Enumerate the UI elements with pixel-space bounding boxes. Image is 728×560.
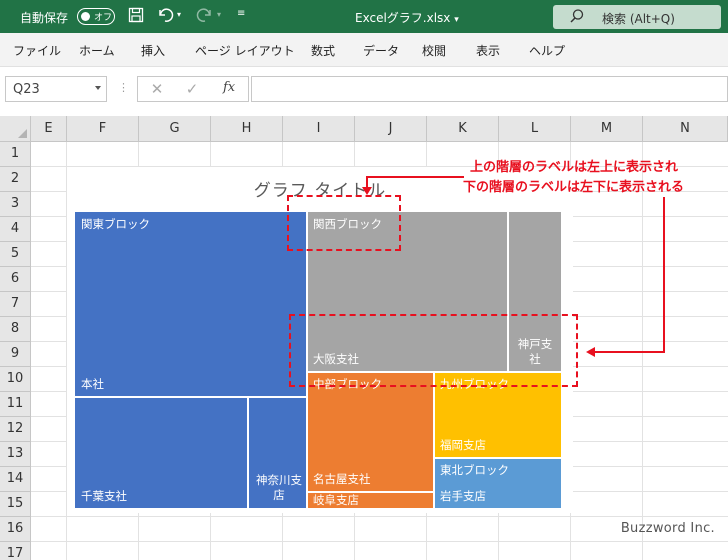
label-kanagawa-line1: 神奈川支 [256,473,302,487]
label-gifu: 岐阜支店 [313,493,359,507]
name-box-value: Q23 [13,82,40,97]
highlight-box-upper-label [287,195,401,251]
tab-view[interactable]: 表示 [476,42,500,59]
select-all-button[interactable] [0,116,31,142]
gridline [642,142,643,560]
gridline [31,541,728,542]
credit-text: Buzzword Inc. [620,521,715,536]
annotation-line-1: 上の階層のラベルは左上に表示され [470,160,679,175]
redo-dropdown-icon[interactable]: ▾ [217,10,221,19]
select-all-icon [18,129,27,138]
document-title[interactable]: Excelグラフ.xlsx ▾ [355,9,459,26]
autosave-label: 自動保存 [20,11,69,25]
undo-icon[interactable] [155,7,175,27]
row-header-4[interactable]: 4 [0,217,31,242]
row-header-5[interactable]: 5 [0,242,31,267]
name-box-dropdown-icon[interactable] [95,86,101,90]
tab-formulas[interactable]: 数式 [311,42,335,59]
column-header-K[interactable]: K [427,116,499,142]
tab-home[interactable]: ホーム [79,42,115,59]
tab-page-layout[interactable]: ページ レイアウト [195,42,295,59]
label-tohoku-block: 東北ブロック [440,463,509,477]
title-bar: 自動保存 オフ ▾ ▾ ≡ Excelグラフ.xlsx ▾ 検索 (Alt+Q) [0,0,728,33]
ribbon-tabs: ファイル ホーム 挿入 ページ レイアウト 数式 データ 校閲 表示 ヘルプ [0,33,728,67]
cancel-icon[interactable]: ✕ [148,80,166,98]
row-header-14[interactable]: 14 [0,467,31,492]
label-fukuoka: 福岡支店 [440,438,486,452]
row-header-9[interactable]: 9 [0,342,31,367]
drag-handle-icon[interactable]: ⋮ [118,81,129,94]
highlight-box-lower-label [289,314,578,387]
tile-honsha[interactable] [74,211,307,397]
annotation-line-2: 下の階層のラベルは左下に表示される [463,180,685,195]
row-header-12[interactable]: 12 [0,417,31,442]
row-header-2[interactable]: 2 [0,167,31,192]
column-header-J[interactable]: J [355,116,427,142]
tab-review[interactable]: 校閲 [422,42,446,59]
label-kanto-block: 関東ブロック [81,217,150,231]
autosave-toggle[interactable]: オフ [77,8,115,25]
row-header-6[interactable]: 6 [0,267,31,292]
insert-function-icon[interactable]: fx [223,80,235,95]
tab-data[interactable]: データ [363,42,399,59]
tab-insert[interactable]: 挿入 [141,42,165,59]
enter-icon[interactable]: ✓ [183,80,201,98]
row-header-15[interactable]: 15 [0,492,31,517]
title-dropdown-icon: ▾ [454,15,459,25]
column-header-F[interactable]: F [67,116,139,142]
row-header-13[interactable]: 13 [0,442,31,467]
search-icon [569,8,585,24]
redo-icon[interactable] [195,7,215,27]
row-header-10[interactable]: 10 [0,367,31,392]
undo-dropdown-icon[interactable]: ▾ [177,10,181,19]
column-header-M[interactable]: M [571,116,643,142]
column-header-I[interactable]: I [283,116,355,142]
column-header-G[interactable]: G [139,116,211,142]
row-header-7[interactable]: 7 [0,292,31,317]
toggle-knob [81,11,90,21]
row-header-1[interactable]: 1 [0,142,31,167]
tab-help[interactable]: ヘルプ [529,42,565,59]
tab-file[interactable]: ファイル [13,42,61,59]
label-iwate: 岩手支店 [440,489,486,503]
column-header-E[interactable]: E [31,116,67,142]
save-icon[interactable] [126,7,146,27]
column-header-L[interactable]: L [499,116,571,142]
search-box[interactable]: 検索 (Alt+Q) [553,5,721,29]
label-honsha: 本社 [81,377,104,391]
gridline [31,516,728,517]
column-header-H[interactable]: H [211,116,283,142]
customize-toolbar-icon[interactable]: ≡ [237,8,245,19]
formula-buttons: ✕ ✓ fx [137,76,249,102]
row-header-3[interactable]: 3 [0,192,31,217]
row-header-16[interactable]: 16 [0,517,31,542]
row-header-17[interactable]: 17 [0,542,31,560]
column-header-N[interactable]: N [643,116,728,142]
formula-bar: Q23 ⋮ ✕ ✓ fx [0,67,728,116]
name-box[interactable]: Q23 [5,76,107,102]
row-header-11[interactable]: 11 [0,392,31,417]
row-header-8[interactable]: 8 [0,317,31,342]
document-title-text: Excelグラフ.xlsx [355,11,451,25]
formula-input[interactable] [251,76,728,102]
label-kanagawa-line2: 店 [273,488,285,502]
label-chiba: 千葉支社 [81,489,127,503]
label-kanagawa: 神奈川支店 [254,473,304,503]
autosave-state: オフ [94,13,113,23]
label-nagoya: 名古屋支社 [313,472,371,486]
search-label: 検索 (Alt+Q) [602,12,675,26]
